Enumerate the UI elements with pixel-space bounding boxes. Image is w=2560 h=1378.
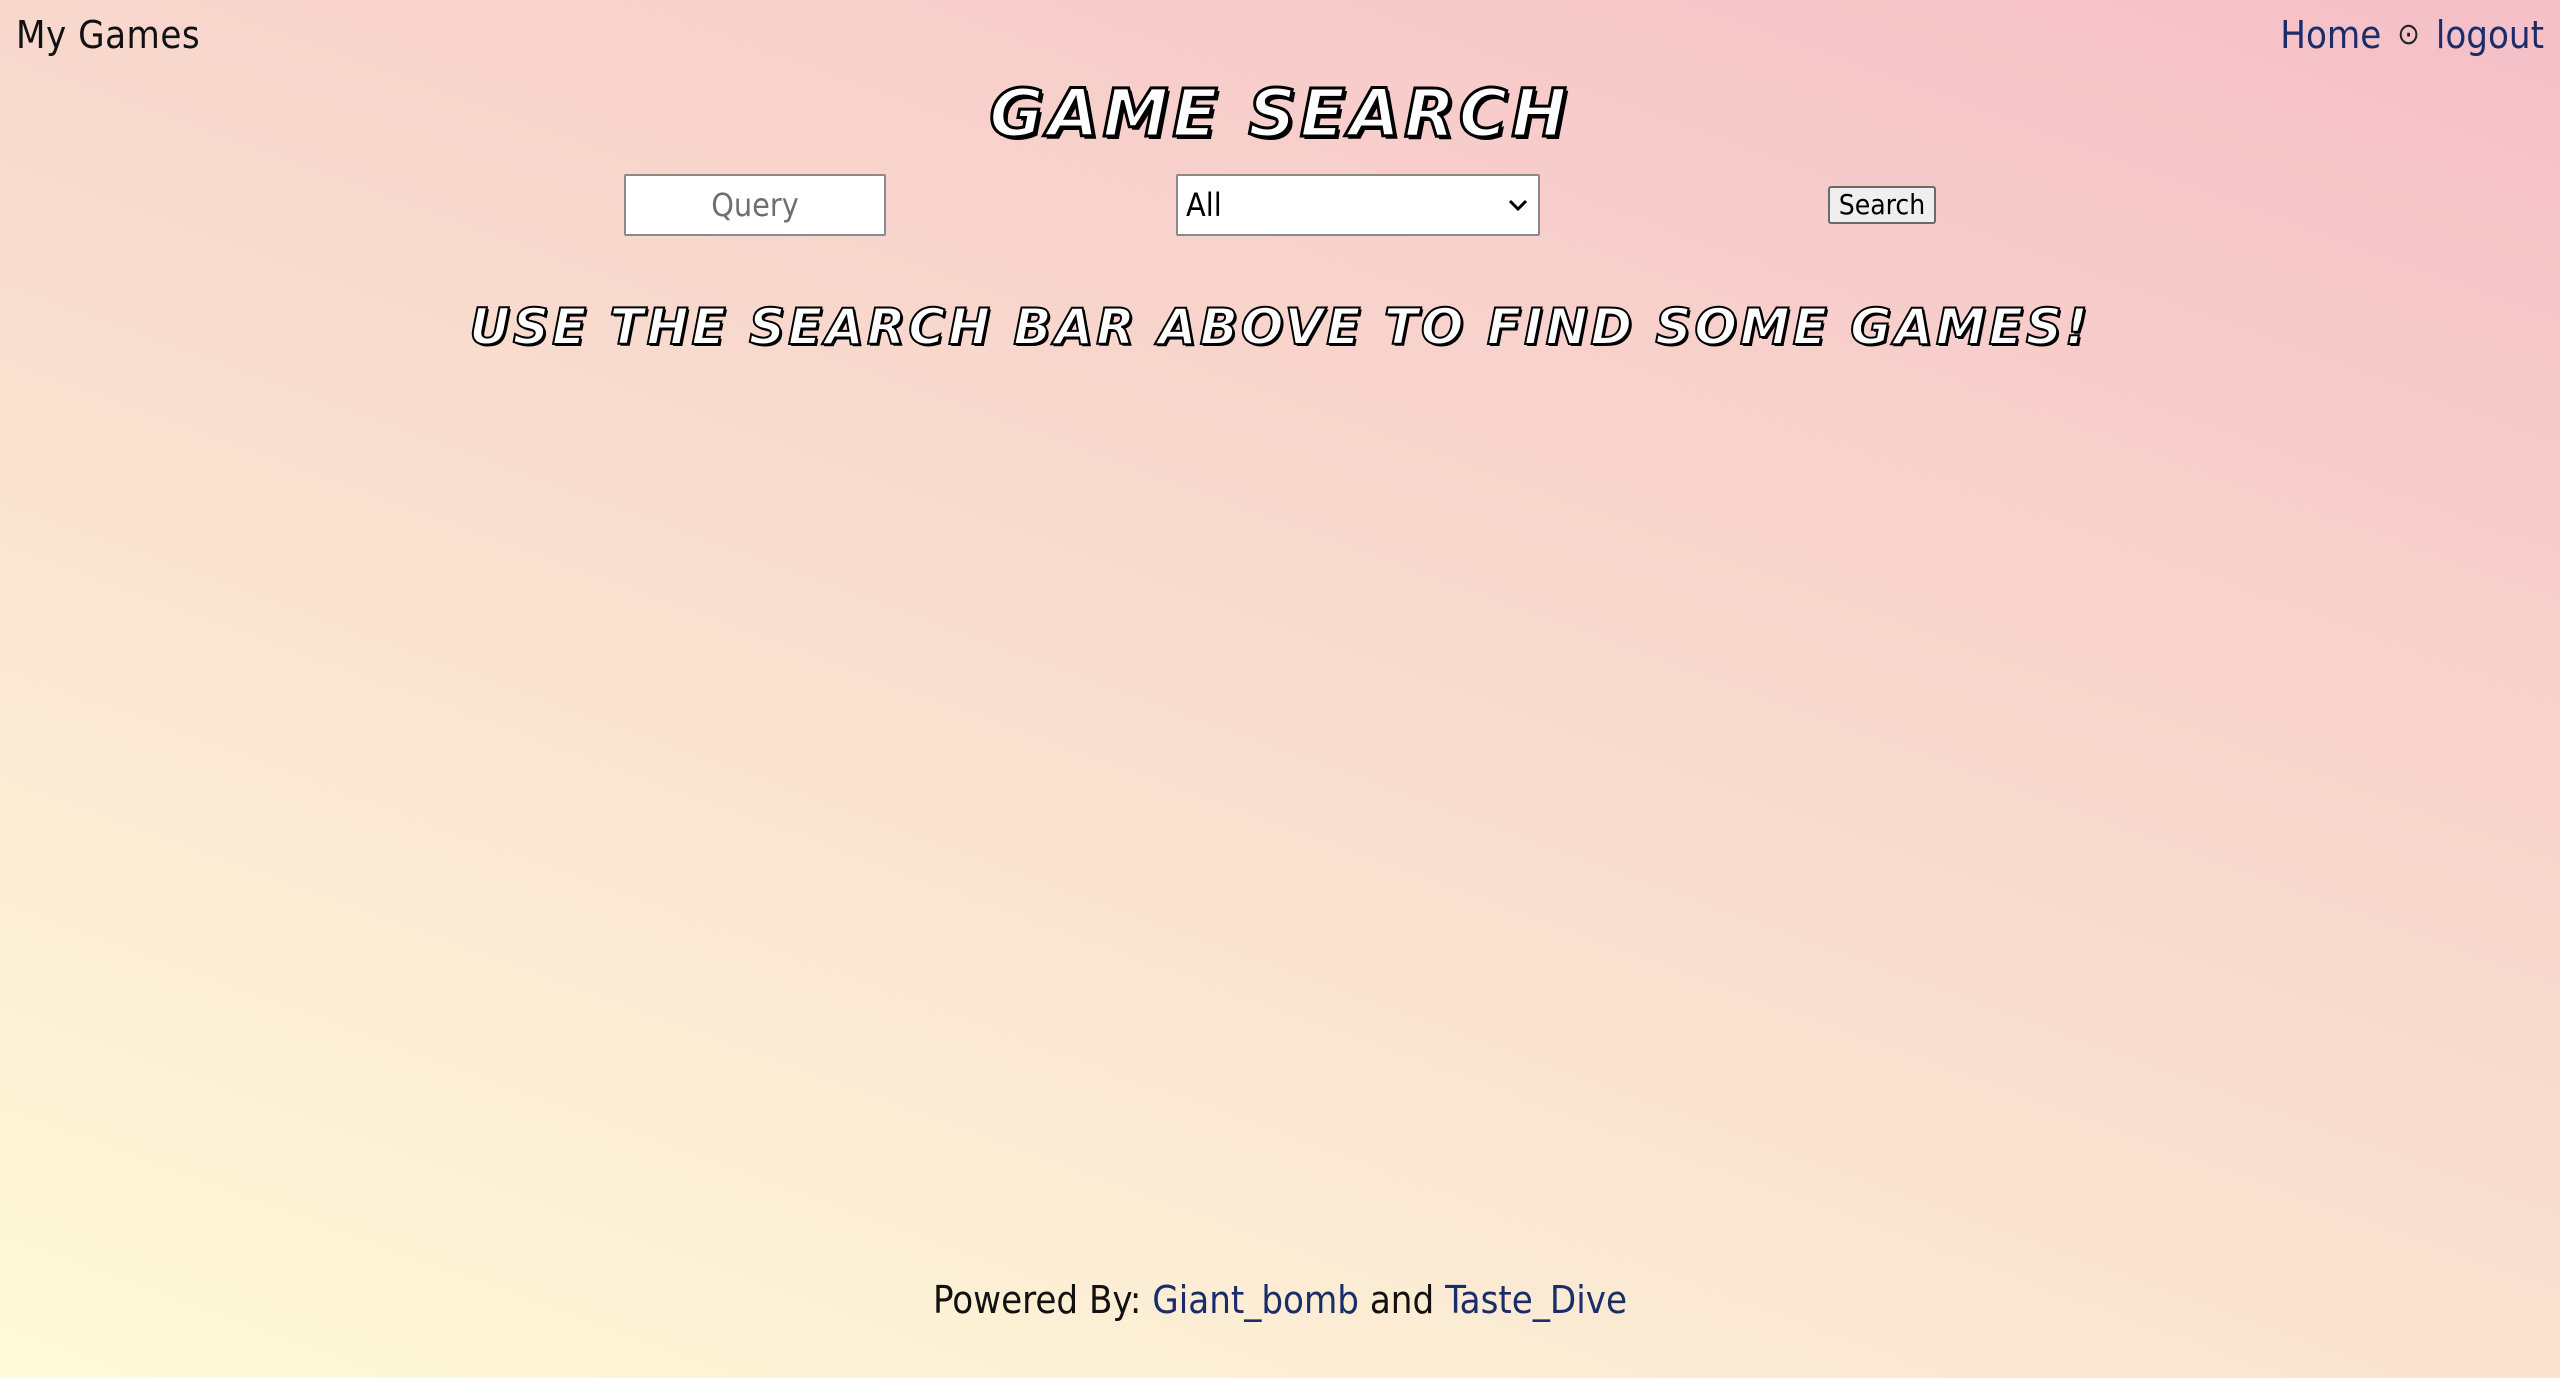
powered-by-label: Powered By: bbox=[932, 1278, 1142, 1322]
giant-bomb-link[interactable]: Giant_bomb bbox=[1152, 1278, 1359, 1322]
page-title: GAME SEARCH bbox=[988, 74, 1571, 154]
nav-home-link[interactable]: Home bbox=[2280, 8, 2381, 62]
circle-dot-icon: ⊙ bbox=[2397, 17, 2420, 52]
top-nav: Home ⊙ logout bbox=[2280, 8, 2544, 62]
brand-link[interactable]: My Games bbox=[16, 8, 200, 62]
category-select[interactable]: All bbox=[1176, 174, 1540, 236]
search-hint: USE THE SEARCH BAR ABOVE TO FIND SOME GA… bbox=[468, 297, 2091, 357]
footer-and: and bbox=[1369, 1278, 1435, 1322]
category-select-value: All bbox=[1186, 186, 1222, 224]
query-input[interactable] bbox=[624, 174, 886, 236]
footer: Powered By: Giant_bomb and Taste_Dive bbox=[0, 1272, 2560, 1328]
chevron-down-icon bbox=[1506, 193, 1530, 217]
search-button[interactable]: Search bbox=[1828, 186, 1936, 224]
nav-logout-link[interactable]: logout bbox=[2436, 8, 2544, 62]
taste-dive-link[interactable]: Taste_Dive bbox=[1445, 1278, 1627, 1322]
